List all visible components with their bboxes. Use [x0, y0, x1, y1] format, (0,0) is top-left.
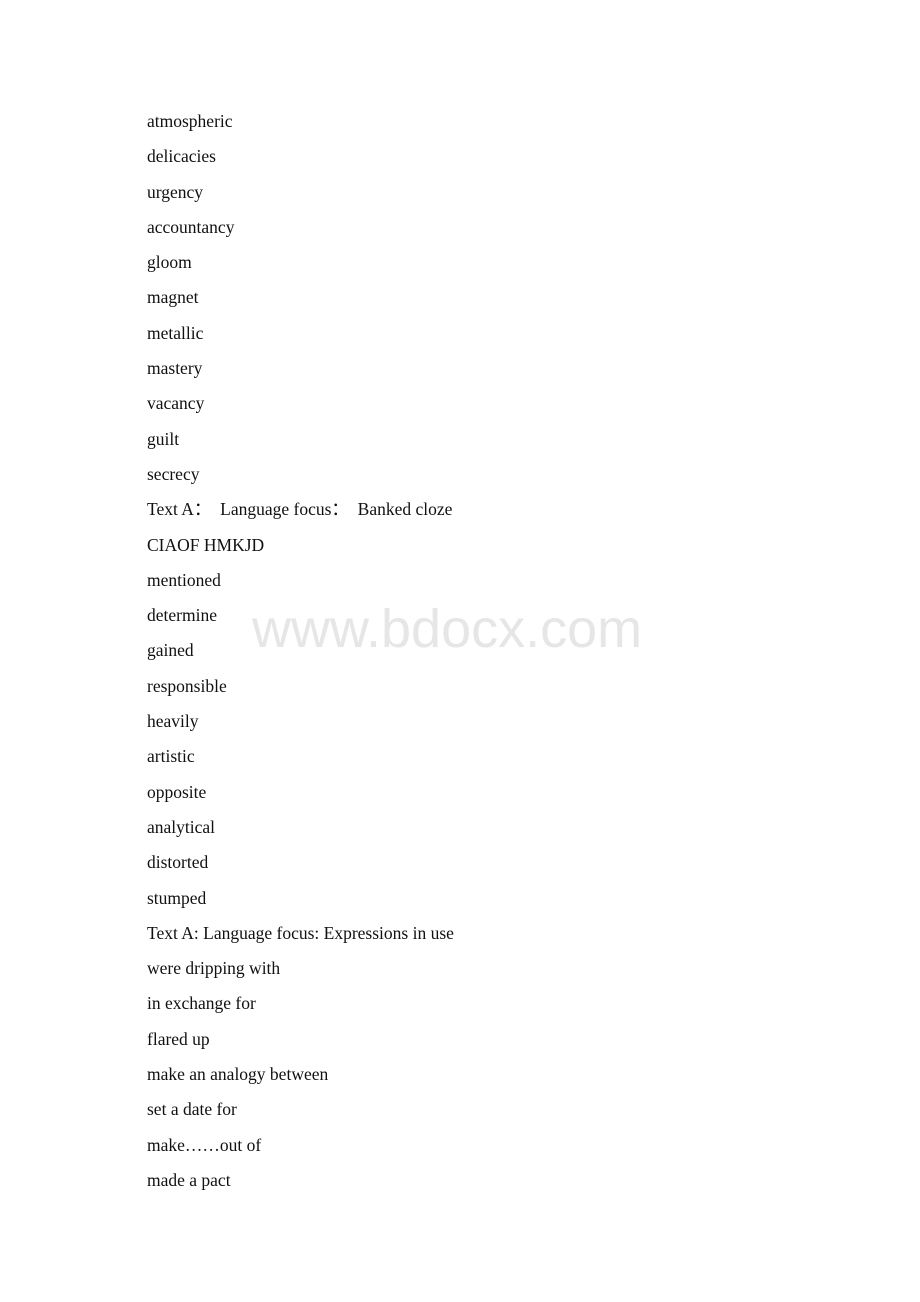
word-line: delicacies — [147, 146, 216, 167]
expression-line: make……out of — [147, 1134, 262, 1155]
expression-line: made a pact — [147, 1169, 231, 1190]
word-line: secrecy — [147, 463, 200, 484]
expression-line: make an analogy between — [147, 1064, 329, 1085]
word-line: responsible — [147, 675, 227, 696]
expression-line: flared up — [147, 1028, 210, 1049]
expression-line: in exchange for — [147, 993, 256, 1014]
word-line: metallic — [147, 322, 204, 343]
expression-line: set a date for — [147, 1099, 237, 1120]
word-line: urgency — [147, 181, 204, 202]
answer-key-line: CIAOF HMKJD — [147, 534, 265, 555]
word-line: artistic — [147, 746, 195, 767]
word-line: accountancy — [147, 216, 235, 237]
section-heading-expressions: Text A: Language focus: Expressions in u… — [147, 922, 454, 943]
word-line: magnet — [147, 287, 199, 308]
word-line: heavily — [147, 711, 199, 732]
word-line: mastery — [147, 358, 203, 379]
word-line: atmospheric — [147, 111, 233, 131]
expression-line: were dripping with — [147, 958, 281, 979]
section-heading-banked-cloze: Text A： Language focus： Banked cloze — [147, 499, 453, 520]
word-line: guilt — [147, 428, 180, 449]
watermark: www.bdocx.com — [252, 599, 643, 659]
word-line: opposite — [147, 781, 207, 802]
word-line: analytical — [147, 816, 216, 837]
word-line: distorted — [147, 852, 209, 873]
word-line: vacancy — [147, 393, 205, 414]
document-page: atmospheric delicacies urgency accountan… — [0, 0, 920, 1302]
word-line: gloom — [147, 252, 192, 273]
word-line: stumped — [147, 887, 207, 908]
